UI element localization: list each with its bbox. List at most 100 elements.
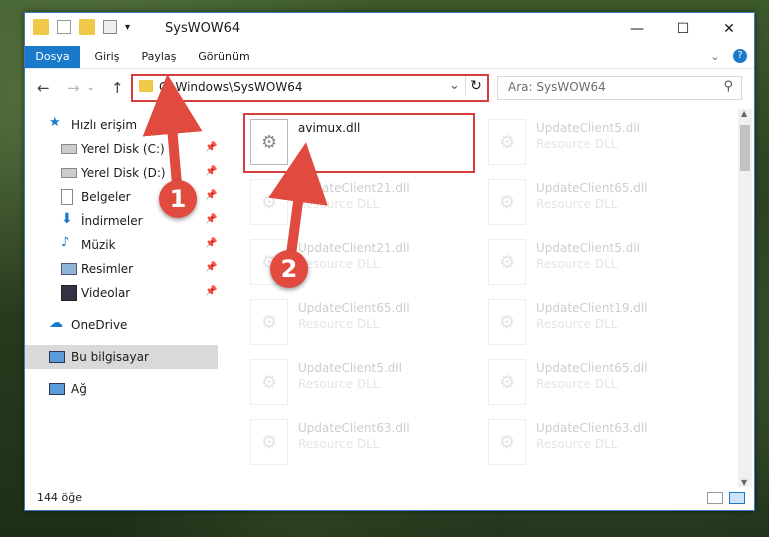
- sidebar-item-label: İndirmeler: [81, 214, 143, 228]
- file-name: UpdateClient5.dll: [536, 121, 640, 135]
- dll-file-icon: ⚙: [488, 359, 526, 405]
- folder-icon: [139, 80, 153, 92]
- new-folder-icon[interactable]: [79, 19, 95, 35]
- maximize-button[interactable]: ☐: [660, 13, 706, 44]
- tab-giris[interactable]: Giriş: [87, 46, 127, 68]
- sidebar-item-network[interactable]: Ağ: [25, 377, 218, 401]
- customize-qat-icon[interactable]: ▾: [125, 22, 130, 33]
- gear-icon: ⚙: [499, 192, 516, 213]
- details-view-icon[interactable]: [707, 492, 723, 504]
- close-button[interactable]: ✕: [706, 13, 752, 44]
- sidebar-item-label: Belgeler: [81, 190, 131, 204]
- file-item[interactable]: ⚙ UpdateClient19.dll Resource DLL: [482, 295, 702, 349]
- dll-file-icon: ⚙: [488, 119, 526, 165]
- ribbon-tabs: Dosya Giriş Paylaş Görünüm ⌄ ?: [25, 46, 754, 69]
- pin-icon[interactable]: 📌: [205, 262, 217, 273]
- sidebar-item-label: Hızlı erişim: [71, 118, 138, 132]
- scroll-up-icon[interactable]: ▲: [741, 109, 747, 118]
- file-name: UpdateClient21.dll: [298, 181, 410, 195]
- file-name: UpdateClient19.dll: [536, 301, 648, 315]
- file-item[interactable]: ⚙ UpdateClient65.dll Resource DLL: [482, 175, 702, 229]
- item-count: 144 öğe: [37, 491, 82, 504]
- sidebar-item-label: Videolar: [81, 286, 131, 300]
- step-badge-1: 1: [159, 180, 197, 218]
- sidebar-item-this-pc[interactable]: Bu bilgisayar: [25, 345, 218, 369]
- file-item[interactable]: ⚙ UpdateClient21.dll Resource DLL: [244, 175, 464, 229]
- file-highlight-box: [243, 113, 475, 173]
- window-title: SysWOW64: [165, 21, 241, 36]
- search-input[interactable]: Ara: SysWOW64 ⚲: [497, 76, 742, 100]
- scroll-down-icon[interactable]: ▼: [741, 478, 747, 487]
- minimize-button[interactable]: —: [614, 13, 660, 44]
- pin-icon[interactable]: 📌: [205, 214, 217, 225]
- file-name: UpdateClient65.dll: [536, 181, 648, 195]
- dll-file-icon: ⚙: [488, 299, 526, 345]
- videos-icon: [61, 285, 77, 301]
- dll-file-icon: ⚙: [488, 239, 526, 285]
- sidebar-item-disk-d[interactable]: Yerel Disk (D:) 📌: [25, 161, 218, 185]
- sidebar-item-label: OneDrive: [71, 318, 128, 332]
- cloud-icon: ☁: [49, 315, 63, 331]
- sidebar-item-pictures[interactable]: Resimler 📌: [25, 257, 218, 281]
- computer-icon: [49, 351, 65, 363]
- navigation-pane: ★ Hızlı erişim Yerel Disk (C:) 📌 Yerel D…: [25, 109, 218, 487]
- sidebar-item-onedrive[interactable]: ☁ OneDrive: [25, 313, 218, 337]
- file-type: Resource DLL: [536, 317, 618, 331]
- file-name: UpdateClient65.dll: [536, 361, 648, 375]
- search-icon: ⚲: [723, 79, 733, 94]
- sidebar-item-videos[interactable]: Videolar 📌: [25, 281, 218, 305]
- vertical-scrollbar[interactable]: ▲ ▼: [738, 109, 752, 487]
- pin-icon[interactable]: 📌: [205, 286, 217, 297]
- file-type: Resource DLL: [536, 257, 618, 271]
- sidebar-item-label: Resimler: [81, 262, 134, 276]
- gear-icon: ⚙: [499, 252, 516, 273]
- view-icon[interactable]: [103, 20, 117, 34]
- up-button[interactable]: ↑: [111, 79, 124, 97]
- gear-icon: ⚙: [499, 372, 516, 393]
- pin-icon[interactable]: 📌: [205, 190, 217, 201]
- refresh-button[interactable]: ↻: [465, 76, 486, 96]
- sidebar-item-disk-c[interactable]: Yerel Disk (C:) 📌: [25, 137, 218, 161]
- quick-access-toolbar: ▾: [33, 19, 130, 35]
- gear-icon: ⚙: [499, 312, 516, 333]
- ribbon-expand-icon[interactable]: ⌄: [707, 46, 723, 68]
- back-button[interactable]: ←: [37, 79, 50, 97]
- file-name: UpdateClient63.dll: [536, 421, 648, 435]
- file-item[interactable]: ⚙ UpdateClient5.dll Resource DLL: [482, 235, 702, 289]
- file-item[interactable]: ⚙ UpdateClient63.dll Resource DLL: [482, 415, 702, 469]
- tab-gorunum[interactable]: Görünüm: [195, 46, 253, 68]
- gear-icon: ⚙: [499, 432, 516, 453]
- file-item[interactable]: ⚙ UpdateClient5.dll Resource DLL: [482, 115, 702, 169]
- gear-icon: ⚙: [499, 132, 516, 153]
- file-item[interactable]: ⚙ UpdateClient65.dll Resource DLL: [244, 295, 464, 349]
- pin-icon[interactable]: 📌: [205, 238, 217, 249]
- sidebar-item-music[interactable]: ♪ Müzik 📌: [25, 233, 218, 257]
- drive-icon: [61, 168, 77, 178]
- tab-paylas[interactable]: Paylaş: [137, 46, 181, 68]
- file-name: UpdateClient63.dll: [298, 421, 410, 435]
- forward-button[interactable]: →: [67, 79, 80, 97]
- sidebar-item-label: Ağ: [71, 382, 87, 396]
- file-item[interactable]: ⚙ UpdateClient5.dll Resource DLL: [244, 355, 464, 409]
- sidebar-item-label: Yerel Disk (C:): [81, 142, 165, 156]
- large-icons-view-icon[interactable]: [729, 492, 745, 504]
- gear-icon: ⚙: [261, 372, 278, 393]
- address-bar[interactable]: C:\Windows\SysWOW64 ⌄ ↻: [131, 74, 489, 102]
- search-placeholder: Ara: SysWOW64: [508, 80, 606, 94]
- recent-locations-icon[interactable]: ⌄: [87, 83, 95, 93]
- file-type: Resource DLL: [298, 257, 380, 271]
- tab-dosya[interactable]: Dosya: [25, 46, 80, 68]
- file-type: Resource DLL: [536, 437, 618, 451]
- file-item[interactable]: ⚙ UpdateClient63.dll Resource DLL: [244, 415, 464, 469]
- sidebar-item-quick-access[interactable]: ★ Hızlı erişim: [25, 113, 218, 137]
- file-item[interactable]: ⚙ UpdateClient65.dll Resource DLL: [482, 355, 702, 409]
- pin-icon[interactable]: 📌: [205, 166, 217, 177]
- file-name: UpdateClient21.dll: [298, 241, 410, 255]
- help-icon[interactable]: ?: [733, 49, 747, 63]
- properties-icon[interactable]: [57, 20, 71, 34]
- scrollbar-thumb[interactable]: [740, 125, 750, 171]
- address-dropdown-icon[interactable]: ⌄: [449, 78, 460, 93]
- pin-icon[interactable]: 📌: [205, 142, 217, 153]
- sidebar-item-label: Müzik: [81, 238, 116, 252]
- sidebar-item-label: Yerel Disk (D:): [81, 166, 166, 180]
